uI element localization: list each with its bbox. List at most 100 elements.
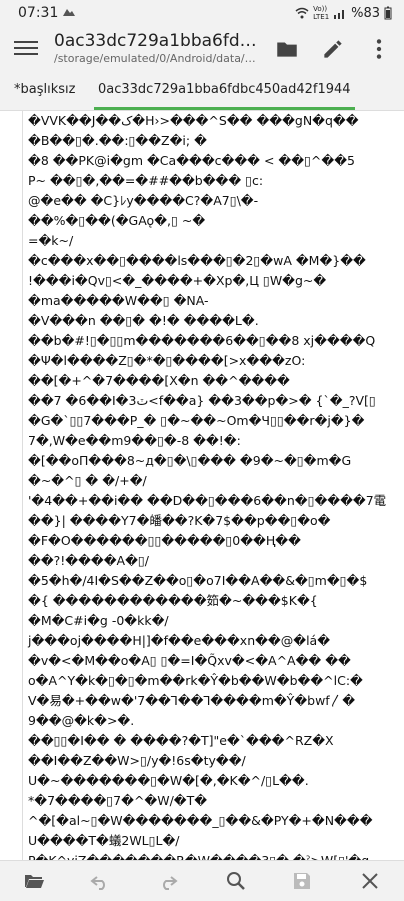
code-line[interactable]: �Ψ�l����Z▯�*�▯����[>x���zO: <box>22 351 404 371</box>
line-text: ^�[�al~▯�W�������_▯��&�PY�+�N��� <box>28 813 373 828</box>
line-text: �VVK��J��ک�H›>���^S�� ���gN�q�� <box>28 113 359 128</box>
line-text: P~ ��▯�,��=�##��b��� ▯c: <box>28 173 264 188</box>
code-line[interactable]: U�~�������▯�W�[�,�K�^/▯L��. <box>22 771 404 791</box>
more-vert-icon[interactable] <box>366 36 392 62</box>
code-line[interactable]: 9��@�k�>�. <box>22 711 404 731</box>
code-line[interactable]: ��▯▯�I�� � ����?�T]"e�`���^RZ�X <box>22 731 404 751</box>
code-line[interactable]: P�K^yjZ�������R�W����3▯� �ˀ>W[▯'�q <box>22 851 404 860</box>
code-line[interactable]: ��%�▯��(�GAǫ�,▯ ~� <box>22 211 404 231</box>
line-text: ��%�▯��(�GAǫ�,▯ ~� <box>28 213 206 228</box>
line-text: U����T�蟻2WL▯L�/ <box>28 833 180 848</box>
code-line[interactable]: 19��7 �6��I�3ٽ<f��a} ��3��p�>� {`�_?V[▯ <box>22 391 404 411</box>
status-right: Vo)) LTE1 %83 <box>295 5 392 21</box>
line-text: �F�O������▯▯�����▯0��Ң�� <box>28 533 301 548</box>
line-text: 7�,W�e��m9��▯�-8 ��!�: <box>28 433 241 448</box>
line-text: j���oj����H|]�f��e���xn��@�lá� <box>28 633 331 648</box>
line-text: ��I��Z��W>▯/y�!6s�ty��/ <box>28 753 246 768</box>
tab-bar: *başlıksız 0ac33dc729a1bba6fdbc450ad42f1… <box>0 70 404 111</box>
code-line[interactable]: U����T�蟻2WL▯L�/ <box>22 831 404 851</box>
line-text: ��b�#!▯�▯▯m�������6��▯��8 xj����Q <box>28 333 376 348</box>
file-title: 0ac33dc729a1bba6fdbc45… <box>54 31 264 51</box>
signal-icon <box>334 10 345 19</box>
code-line[interactable]: �~�^▯ � �/+�/ <box>22 471 404 491</box>
code-line[interactable]: �v�<�M��o�A▯ ▯�=I�Q̃xv�<�A^A�� �� <box>22 651 404 671</box>
line-text: �{ ������������筎�~���$K�{ <box>28 593 318 608</box>
folder-icon[interactable] <box>274 36 300 62</box>
code-line[interactable]: �G�`▯▯7���P_� ▯�~��~Om�Ч▯▯��r�j�}� <box>22 411 404 431</box>
line-text: �B��▯�.��:▯��Z�i; � <box>28 133 207 148</box>
line-text: o�A^Y�k�▯�▯�m��rk�Ŷ�b��W�b��^lC:� <box>28 673 363 688</box>
redo-icon[interactable] <box>156 869 180 893</box>
search-icon[interactable] <box>224 869 248 893</box>
code-line[interactable]: �c���x��▯����ls���▯�2▯�wA �M�}�� <box>22 251 404 271</box>
code-line[interactable]: P~ ��▯�,��=�##��b��� ▯c: <box>22 171 404 191</box>
battery-percent: %83 <box>351 5 380 21</box>
wifi-icon <box>295 7 309 19</box>
code-line[interactable]: ��[�+^�7����[X�n ��^���� <box>22 371 404 391</box>
code-line[interactable]: 17=�k~/ <box>22 231 404 251</box>
code-line[interactable]: �M�C#i�g -0�kk�/ <box>22 611 404 631</box>
edit-icon[interactable] <box>320 36 346 62</box>
line-text: !���i�Qv▯<�_����+�Xp�,Ц ▯W�g~� <box>28 273 327 288</box>
file-path: /storage/emulated/0/Android/data/… <box>54 52 256 65</box>
tab-current-file[interactable]: 0ac33dc729a1bba6fdbc450ad42f1944 <box>94 70 355 110</box>
line-text: �M�C#i�g -0�kk�/ <box>28 613 169 628</box>
code-line[interactable]: ��I��Z��W>▯/y�!6s�ty��/ <box>22 751 404 771</box>
code-line[interactable]: �F�O������▯▯�����▯0��Ң�� <box>22 531 404 551</box>
code-line[interactable]: !���i�Qv▯<�_����+�Xp�,Ц ▯W�g~� <box>22 271 404 291</box>
line-text: �~�^▯ � �/+�/ <box>28 473 147 488</box>
code-line[interactable]: �V���n ��▯� �!� ����L�. <box>22 311 404 331</box>
code-line[interactable]: j���oj����H|]�f��e���xn��@�lá� <box>22 631 404 651</box>
code-line[interactable]: 18�ma�����W��▯ �NA- <box>22 291 404 311</box>
line-text: �V���n ��▯� �!� ����L�. <box>28 313 259 328</box>
network-label: Vo)) LTE1 <box>313 5 330 21</box>
line-text: U�~�������▯�W�[�,�K�^/▯L��. <box>28 773 309 788</box>
code-line[interactable]: 16�8 ��PK@i�gm �Ca���c��� < ��▯^��5 <box>22 151 404 171</box>
battery-icon <box>384 6 392 20</box>
code-line[interactable]: *�7����▯7�^�W/�T� <box>22 791 404 811</box>
code-line[interactable]: �[��oП���8~д�▯�\▯��� �9�~�▯�m�G <box>22 451 404 471</box>
line-text: �Ψ�l����Z▯�*�▯����[>x���zO: <box>28 353 306 368</box>
code-line[interactable]: '�4��+��i�� ��D��▯���6��n�▯����7電 <box>22 491 404 511</box>
save-icon[interactable] <box>290 869 314 893</box>
tab-untitled[interactable]: *başlıksız <box>14 70 75 110</box>
code-line[interactable]: o�A^Y�k�▯�▯�m��rk�Ŷ�b��W�b��^lC:� <box>22 671 404 691</box>
line-text: '�4��+��i�� ��D��▯���6��n�▯����7電 <box>28 493 387 508</box>
undo-icon[interactable] <box>88 869 112 893</box>
line-text: =�k~/ <box>28 233 74 248</box>
line-text: �[��oП���8~д�▯�\▯��� �9�~�▯�m�G <box>28 453 352 468</box>
code-line[interactable]: 21^�[�al~▯�W�������_▯��&�PY�+�N��� <box>22 811 404 831</box>
code-line[interactable]: 20��?!����A�▯/ <box>22 551 404 571</box>
bottom-toolbar <box>0 860 404 901</box>
editor-content[interactable]: �VVK��J��ک�H›>���^S�� ���gN�q�� �B��▯�.��… <box>22 111 404 860</box>
code-line[interactable]: ��b�#!▯�▯▯m�������6��▯��8 xj����Q <box>22 331 404 351</box>
status-bar: 07:31 Vo)) LTE1 %83 <box>0 0 404 28</box>
status-time: 07:31 <box>18 5 59 21</box>
close-icon[interactable] <box>358 869 382 893</box>
line-text: ��7 �6��I�3ٽ<f��a} ��3��p�>� {`�_?V[▯ <box>28 393 376 408</box>
code-line[interactable]: @�e�� �C}ﾚy����C?�A7▯\�- <box>22 191 404 211</box>
line-text: �5�h�/4I�S��Z��o▯�o7I��A��&�▯m�▯�$ <box>28 573 368 588</box>
line-text: �G�`▯▯7���P_� ▯�~��~Om�Ч▯▯��r�j�}� <box>28 413 365 428</box>
folder-open-icon[interactable] <box>22 869 46 893</box>
line-text: ��?!����A�▯/ <box>28 553 150 568</box>
line-text: ��}| ����Y7�皤��?K�7$��p��▯�o� <box>28 513 331 528</box>
line-text: V�易�+��w�'7��ꓶ��ꓶ����m�Ŷ�bwf〳� <box>28 693 356 708</box>
code-line[interactable]: �5�h�/4I�S��Z��o▯�o7I��A��&�▯m�▯�$ <box>22 571 404 591</box>
code-line[interactable]: ��}| ����Y7�皤��?K�7$��p��▯�o� <box>22 511 404 531</box>
menu-icon[interactable] <box>14 38 38 60</box>
line-text: *�7����▯7�^�W/�T� <box>28 793 208 808</box>
code-line[interactable]: �VVK��J��ک�H›>���^S�� ���gN�q�� <box>22 111 404 131</box>
line-text: �ma�����W��▯ �NA- <box>28 293 209 308</box>
line-text: �v�<�M��o�A▯ ▯�=I�Q̃xv�<�A^A�� �� <box>28 653 351 668</box>
line-number-gutter <box>0 111 23 860</box>
code-line[interactable]: V�易�+��w�'7��ꓶ��ꓶ����m�Ŷ�bwf〳� <box>22 691 404 711</box>
line-text: �c���x��▯����ls���▯�2▯�wA �M�}�� <box>28 253 366 268</box>
code-line[interactable]: 7�,W�e��m9��▯�-8 ��!�: <box>22 431 404 451</box>
text-editor[interactable]: �VVK��J��ک�H›>���^S�� ���gN�q�� �B��▯�.��… <box>0 111 404 860</box>
code-line[interactable]: �B��▯�.��:▯��Z�i; � <box>22 131 404 151</box>
code-line[interactable]: �{ ������������筎�~���$K�{ <box>22 591 404 611</box>
title-block: 0ac33dc729a1bba6fdbc45… /storage/emulate… <box>54 30 264 66</box>
line-text: �8 ��PK@i�gm �Ca���c��� < ��▯^��5 <box>28 153 355 168</box>
line-text: ��[�+^�7����[X�n ��^���� <box>28 373 290 388</box>
